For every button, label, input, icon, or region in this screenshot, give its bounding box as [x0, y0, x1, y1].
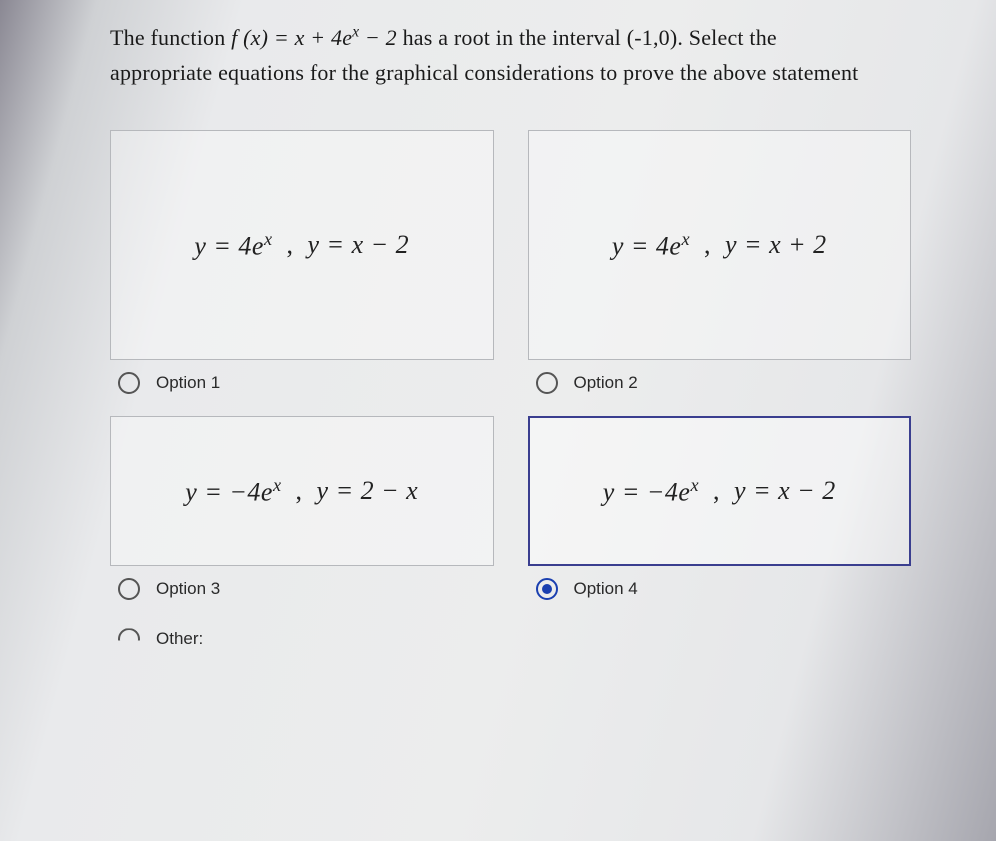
option-1-eq2: y = x − 2	[308, 230, 410, 260]
option-3-eq1: y = −4ex	[185, 475, 281, 508]
comma-separator: ,	[699, 476, 734, 506]
comma-separator: ,	[273, 230, 308, 260]
option-other[interactable]: Other:	[110, 622, 494, 650]
radio-icon[interactable]	[118, 578, 140, 600]
option-4: y = −4ex , y = x − 2 Option 4	[528, 416, 912, 604]
question-page: The function f (x) = x + 4ex − 2 has a r…	[0, 0, 996, 841]
option-4-eq1: y = −4ex	[603, 475, 699, 508]
option-4-card[interactable]: y = −4ex , y = x − 2	[528, 416, 912, 566]
bottom-edge	[0, 831, 996, 841]
option-3: y = −4ex , y = 2 − x Option 3	[110, 416, 494, 604]
option-1: y = 4ex , y = x − 2 Option 1	[110, 130, 494, 398]
option-2-label: Option 2	[574, 373, 638, 393]
option-1-eq1: y = 4ex	[194, 229, 272, 262]
option-3-card[interactable]: y = −4ex , y = 2 − x	[110, 416, 494, 566]
q-fx: f (x) = x + 4ex − 2	[231, 25, 402, 50]
radio-icon[interactable]	[536, 372, 558, 394]
comma-separator: ,	[282, 476, 317, 506]
question-text: The function f (x) = x + 4ex − 2 has a r…	[110, 20, 911, 90]
option-1-label: Option 1	[156, 373, 220, 393]
q-line2: appropriate equations for the graphical …	[110, 60, 858, 85]
option-2-radio-row[interactable]: Option 2	[528, 360, 912, 398]
option-1-card[interactable]: y = 4ex , y = x − 2	[110, 130, 494, 360]
radio-icon[interactable]	[118, 628, 140, 650]
q-part1: The function	[110, 25, 231, 50]
option-4-label: Option 4	[574, 579, 638, 599]
option-other-label: Other:	[156, 629, 203, 649]
radio-icon-checked[interactable]	[536, 578, 558, 600]
option-1-radio-row[interactable]: Option 1	[110, 360, 494, 398]
comma-separator: ,	[690, 230, 725, 260]
option-2: y = 4ex , y = x + 2 Option 2	[528, 130, 912, 398]
option-4-radio-row[interactable]: Option 4	[528, 566, 912, 604]
options-grid: y = 4ex , y = x − 2 Option 1 y = 4ex , y…	[110, 130, 911, 650]
radio-icon[interactable]	[118, 372, 140, 394]
option-4-eq2: y = x − 2	[734, 476, 836, 506]
option-2-eq2: y = x + 2	[725, 230, 827, 260]
option-3-eq2: y = 2 − x	[317, 476, 419, 506]
q-part2: has a root in the interval (-1,0). Selec…	[403, 25, 777, 50]
option-3-label: Option 3	[156, 579, 220, 599]
option-2-card[interactable]: y = 4ex , y = x + 2	[528, 130, 912, 360]
option-3-radio-row[interactable]: Option 3	[110, 566, 494, 604]
option-2-eq1: y = 4ex	[612, 229, 690, 262]
